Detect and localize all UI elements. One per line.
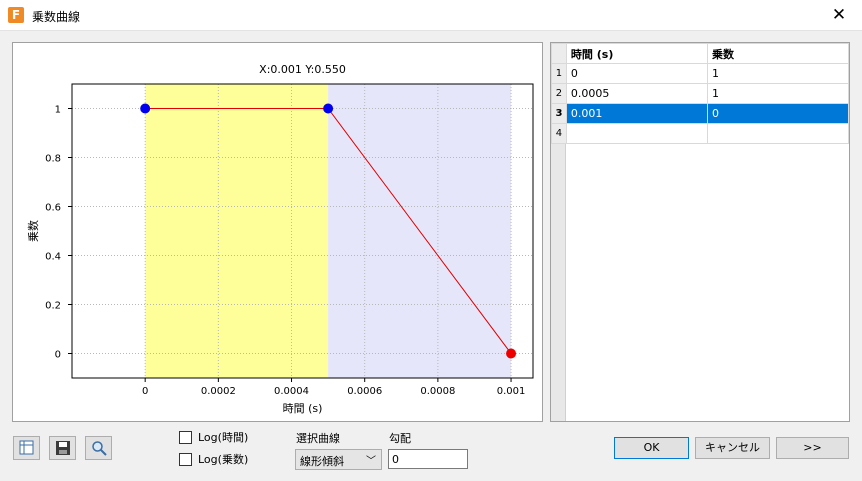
log-time-checkbox[interactable] [179, 430, 192, 444]
slope-input[interactable]: 0 [388, 449, 468, 469]
x-tick-label: 0.0008 [420, 386, 455, 397]
time-cell[interactable] [565, 123, 709, 144]
save-button[interactable] [49, 436, 76, 460]
y-tick-label: 0 [55, 350, 61, 361]
close-button[interactable]: ✕ [816, 0, 862, 31]
y-axis-label: 乗数 [27, 220, 40, 242]
x-axis-label: 時間 (s) [283, 402, 323, 415]
table-icon [19, 440, 34, 455]
data-point [506, 348, 517, 359]
slope-label: 勾配 [389, 432, 411, 445]
zoom-icon [92, 441, 107, 456]
table-button[interactable] [13, 436, 40, 460]
app-icon: F [8, 7, 24, 23]
window-title: 乗数曲線 [32, 10, 81, 24]
multiplier-cell[interactable]: 1 [707, 83, 849, 104]
time-cell[interactable]: 0.001 [565, 103, 709, 124]
corner-cell [551, 43, 567, 64]
table-row-selected[interactable]: 3 0.001 0 [551, 103, 849, 124]
table-row[interactable]: 2 0.0005 1 [551, 83, 849, 104]
shaded-region [145, 84, 329, 378]
ok-button[interactable]: OK [614, 437, 689, 459]
row-number[interactable]: 2 [551, 83, 567, 104]
cancel-button[interactable]: キャンセル [695, 437, 770, 459]
x-tick-label: 0 [142, 386, 148, 397]
expand-button[interactable]: >> [776, 437, 849, 459]
multiplier-cell[interactable]: 0 [707, 103, 849, 124]
log-multiplier-label: Log(乗数) [198, 453, 249, 466]
multiplier-cell[interactable] [707, 123, 849, 144]
curve-select[interactable]: 線形傾斜 ﹀ [295, 449, 382, 470]
chart-title: X:0.001 Y:0.550 [259, 63, 346, 76]
chevron-down-icon: ﹀ [366, 456, 376, 467]
table-row[interactable]: 4 [551, 123, 849, 144]
log-multiplier-option[interactable]: Log(乗数) [179, 451, 248, 467]
x-tick-label: 0.0006 [347, 386, 382, 397]
y-tick-label: 0.6 [45, 203, 61, 214]
x-tick-label: 0.0002 [201, 386, 236, 397]
data-point [140, 103, 151, 114]
x-tick-label: 0.0004 [274, 386, 309, 397]
time-cell[interactable]: 0 [565, 63, 709, 84]
data-point [323, 103, 334, 114]
column-header-time[interactable]: 時間 (s) [565, 43, 709, 64]
log-multiplier-checkbox[interactable] [179, 452, 192, 466]
header-row: 時間 (s) 乗数 [551, 43, 849, 64]
curve-select-value: 線形傾斜 [300, 455, 344, 468]
title-bar: F 乗数曲線 ✕ [0, 0, 862, 31]
x-tick-label: 0.001 [497, 386, 526, 397]
multiplier-chart[interactable]: 0 0.0002 0.0004 0.0006 0.0008 0.001 0 0.2 0.4 0.6… [13, 43, 544, 423]
log-time-label: Log(時間) [198, 431, 249, 444]
data-table[interactable]: 時間 (s) 乗数 1 0 1 2 0.0005 1 3 0.001 0 4 [551, 43, 849, 144]
y-tick-label: 0.8 [45, 154, 61, 165]
row-number[interactable]: 4 [551, 123, 567, 144]
multiplier-cell[interactable]: 1 [707, 63, 849, 84]
curve-label: 選択曲線 [296, 432, 340, 445]
data-grid[interactable]: 時間 (s) 乗数 1 0 1 2 0.0005 1 3 0.001 0 4 [550, 42, 850, 422]
y-tick-label: 0.4 [45, 252, 61, 263]
y-tick-label: 1 [55, 105, 61, 116]
y-tick-label: 0.2 [45, 301, 61, 312]
log-time-option[interactable]: Log(時間) [179, 429, 248, 445]
zoom-button[interactable] [85, 436, 112, 460]
chart-panel: 0 0.0002 0.0004 0.0006 0.0008 0.001 0 0.2 0.4 0.6… [12, 42, 543, 422]
table-row[interactable]: 1 0 1 [551, 63, 849, 84]
time-cell[interactable]: 0.0005 [565, 83, 709, 104]
row-number[interactable]: 3 [551, 103, 567, 124]
save-icon [56, 441, 70, 455]
column-header-multiplier[interactable]: 乗数 [707, 43, 849, 64]
row-number[interactable]: 1 [551, 63, 567, 84]
